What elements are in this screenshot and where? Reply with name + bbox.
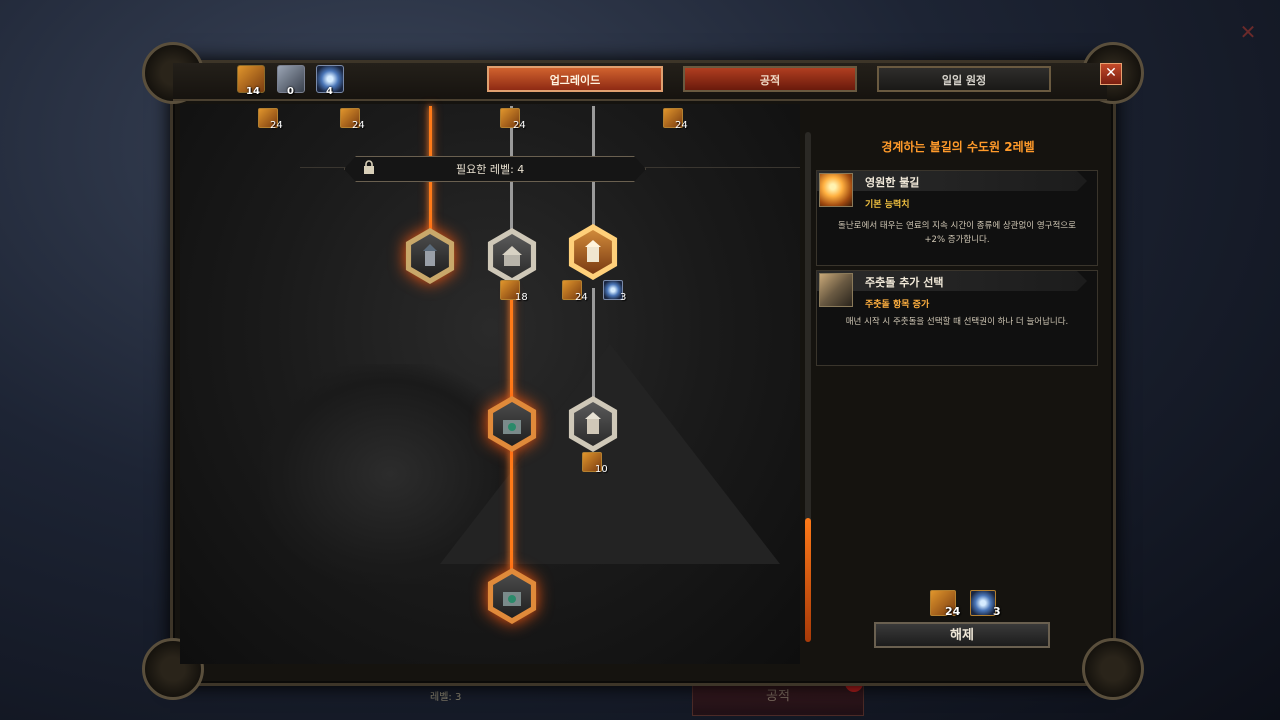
- cost-gem-count: 3: [993, 605, 1001, 618]
- connector-line: [510, 450, 513, 570]
- tab-feat[interactable]: 공적: [683, 66, 857, 92]
- perk-subtitle: 주춧돌 항목 증가: [865, 300, 930, 310]
- tower-icon: [585, 412, 601, 434]
- cost-gold-count: 24: [945, 605, 961, 618]
- node-3-cost-gem: 3: [620, 292, 627, 303]
- node-5-cost: 10: [595, 464, 608, 475]
- watchtower-icon: [423, 244, 437, 266]
- upgrade-window: 14 0 4 업그레이드 공적 일일 원정 ✕ 24 24 24 24 필요한 …: [142, 42, 1144, 700]
- skill-node-forge[interactable]: [484, 396, 540, 452]
- card-header: [817, 171, 1087, 191]
- perk-description: 매년 시작 시 주춧돌을 선택할 때 선택권이 하나 더 늘어납니다.: [845, 317, 1069, 327]
- top-cost-1: 24: [270, 120, 283, 131]
- skill-node-watchtower[interactable]: [402, 228, 458, 284]
- top-cost-3: 24: [513, 120, 526, 131]
- stone-resource-count: 0: [287, 86, 294, 97]
- forge-icon: [503, 592, 521, 606]
- mountain-artwork: [440, 344, 780, 564]
- tab-daily-expedition[interactable]: 일일 원정: [877, 66, 1051, 92]
- skill-node-tower[interactable]: [565, 396, 621, 452]
- house-icon: [502, 246, 522, 266]
- perk-card-cornerstone-choice: 주춧돌 추가 선택 주춧돌 항목 증가 매년 시작 시 주춧돌을 선택할 때 선…: [816, 270, 1098, 366]
- skill-node-monastery-selected[interactable]: [565, 224, 621, 280]
- top-cost-2: 24: [352, 120, 365, 131]
- skill-node-house[interactable]: [484, 228, 540, 284]
- background-close-icon: ✕: [1239, 20, 1257, 44]
- background-level-label: 레벨: 3: [430, 692, 462, 703]
- tab-upgrade[interactable]: 업그레이드: [487, 66, 663, 92]
- connector-line: [510, 288, 513, 408]
- cornerstone-icon: [819, 273, 853, 307]
- unlock-button[interactable]: 해제: [874, 622, 1050, 648]
- gold-resource-count: 14: [246, 86, 260, 97]
- perk-description: 돌난로에서 태우는 연료의 지속 시간이 종류에 상관없이 영구적으로 +2% …: [838, 221, 1076, 245]
- lock-icon: [364, 160, 374, 174]
- perk-name: 영원한 불길: [865, 176, 920, 189]
- perk-name: 주춧돌 추가 선택: [865, 276, 944, 289]
- detail-title: 경계하는 불길의 수도원 2레벨: [881, 140, 1035, 154]
- flame-icon: [819, 173, 853, 207]
- required-level-text: 필요한 레벨: 4: [456, 163, 525, 176]
- gem-resource-count: 4: [326, 86, 333, 97]
- monastery-icon: [585, 240, 601, 262]
- node-2-cost: 18: [515, 292, 528, 303]
- detail-panel: 경계하는 불길의 수도원 2레벨 영원한 불길 기본 능력치 돌난로에서 태우는…: [816, 128, 1100, 668]
- perk-card-eternal-flame: 영원한 불길 기본 능력치 돌난로에서 태우는 연료의 지속 시간이 종류에 상…: [816, 170, 1098, 266]
- close-icon[interactable]: ✕: [1100, 63, 1122, 85]
- card-header: [817, 271, 1087, 291]
- forge-icon: [503, 420, 521, 434]
- perk-subtitle: 기본 능력치: [865, 200, 910, 210]
- connector-line: [592, 288, 595, 398]
- skill-node-forge-2[interactable]: [484, 568, 540, 624]
- top-cost-4: 24: [675, 120, 688, 131]
- scrollbar-thumb[interactable]: [805, 518, 811, 642]
- node-3-cost-gold: 24: [575, 292, 588, 303]
